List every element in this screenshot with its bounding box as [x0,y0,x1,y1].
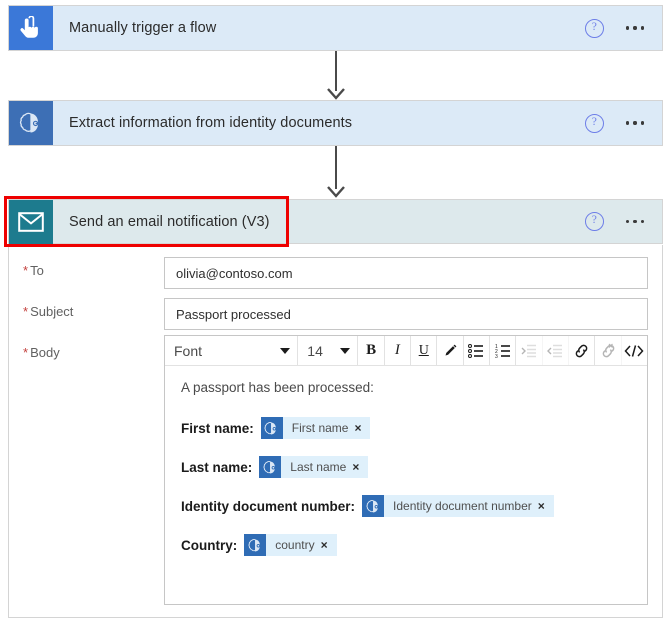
body-row-label: First name: [181,420,254,436]
font-size-select[interactable]: 14 [298,336,359,365]
card-actions: ? [584,113,662,133]
outdent-button[interactable] [543,336,570,365]
bulleted-list-icon [468,343,484,358]
field-label-body: * Body [23,345,60,360]
italic-button[interactable]: I [385,336,412,365]
help-icon[interactable]: ? [584,18,604,38]
dynamic-content-token[interactable]: Identity document number × [362,495,554,517]
help-icon[interactable]: ? [584,212,604,231]
subject-input[interactable]: Passport processed [164,298,648,330]
dynamic-content-token[interactable]: First name × [260,417,371,439]
card-actions: ? [584,18,662,38]
numbered-list-icon: 1 2 3 [495,344,510,358]
remove-link-button[interactable] [595,336,622,365]
dynamic-content-token[interactable]: country × [244,534,337,556]
flow-step-card-trigger[interactable]: Manually trigger a flow ? [8,5,663,51]
body-intro-text: A passport has been processed: [181,380,374,395]
body-row-label: Identity document number: [181,498,356,514]
underline-button[interactable]: U [411,336,438,365]
ai-builder-brain-icon [260,417,283,439]
flow-connector-2 [0,146,671,198]
svg-text:3: 3 [495,354,498,358]
flow-step-card-ai-builder[interactable]: Extract information from identity docume… [8,100,663,146]
bold-button[interactable]: B [358,336,385,365]
remove-token-icon[interactable]: × [352,456,368,478]
insert-link-button[interactable] [569,336,596,365]
remove-token-icon[interactable]: × [538,495,554,517]
body-row-country: Country: country × [181,534,631,556]
flow-step-title: Send an email notification (V3) [69,213,270,230]
more-commands-icon[interactable] [625,219,644,224]
indent-button[interactable] [516,336,543,365]
code-icon [624,344,644,357]
flow-step-card-send-email[interactable]: Send an email notification (V3) ? [8,199,663,244]
token-label: Last name [290,460,347,474]
chevron-down-icon [340,347,351,354]
token-label: First name [291,421,349,435]
help-icon[interactable]: ? [584,113,604,133]
envelope-icon [9,200,53,244]
token-label: Identity document number [393,499,532,513]
field-label-to: * To [23,263,44,278]
body-row-first-name: First name: First name × [181,417,631,439]
ai-builder-brain-icon [362,495,385,517]
remove-token-icon[interactable]: × [354,417,370,439]
unlink-icon [602,343,614,357]
dynamic-content-token[interactable]: Last name × [259,456,369,478]
indent-icon [521,344,537,357]
more-commands-icon[interactable] [625,121,644,125]
link-icon [575,344,588,357]
field-row-subject: * Subject Passport processed [9,298,662,330]
flow-step-title: Extract information from identity docume… [69,115,353,131]
ai-builder-brain-icon [244,534,267,556]
card-actions: ? [584,212,662,231]
font-family-value: Font [174,342,203,359]
body-row-label: Country: [181,537,238,553]
field-label-subject: * Subject [23,304,74,319]
ai-builder-brain-icon [9,101,53,145]
required-asterisk: * [23,345,29,360]
required-asterisk: * [23,263,29,278]
body-rich-text-editor[interactable]: Font 14 B I U 1 2 3 A passport has been … [164,335,648,605]
chevron-down-icon [280,347,291,354]
outdent-icon [547,344,563,357]
flow-step-title: Manually trigger a flow [69,20,217,36]
body-row-identity-document-number: Identity document number: Identity docum… [181,495,631,517]
body-row-last-name: Last name: Last name × [181,456,631,478]
remove-token-icon[interactable]: × [321,534,337,556]
hand-pointer-icon [9,6,53,50]
flow-connector-1 [0,51,671,100]
numbered-list-button[interactable]: 1 2 3 [490,336,517,365]
field-row-to: * To olivia@contoso.com [9,257,662,289]
pen-icon [445,344,457,355]
ai-builder-brain-icon [259,456,282,478]
font-family-select[interactable]: Font [165,336,299,365]
text-color-button[interactable] [437,336,464,365]
token-label: country [275,538,315,552]
body-row-label: Last name: [181,459,253,475]
send-email-form-panel: * To olivia@contoso.com * Subject Passport… [8,245,663,618]
editor-content-area[interactable]: A passport has been processed: First nam… [165,366,647,604]
code-view-button[interactable] [622,336,647,365]
font-size-value: 14 [307,342,323,359]
bulleted-list-button[interactable] [464,336,491,365]
to-input[interactable]: olivia@contoso.com [164,257,648,289]
more-commands-icon[interactable] [625,26,644,30]
required-asterisk: * [23,304,29,319]
editor-toolbar: Font 14 B I U 1 2 3 [165,336,647,366]
